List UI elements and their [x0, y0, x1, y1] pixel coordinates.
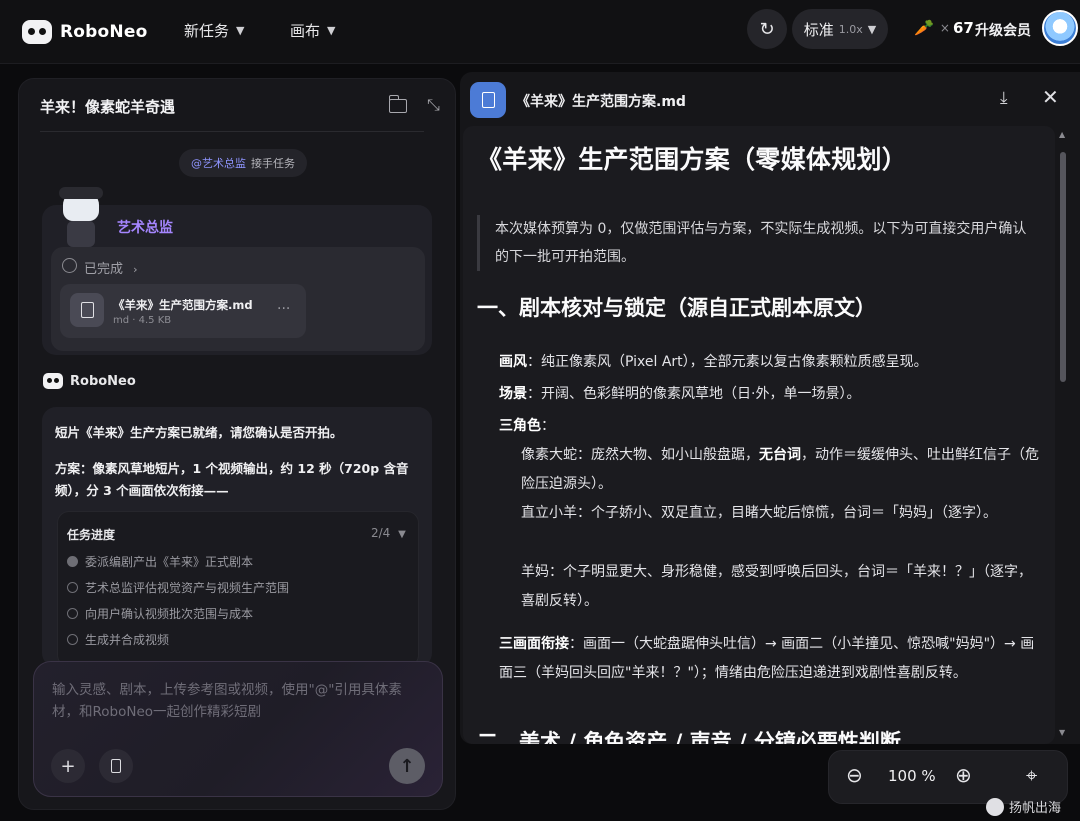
- chevron-right-icon: ›: [133, 263, 138, 276]
- scroll-up-icon[interactable]: ▲: [1059, 130, 1065, 139]
- step-label: 生成并合成视频: [85, 633, 170, 647]
- doc-list-item: 羊妈：个子明显更大、身形稳健，感受到呼唤后回头，台词＝「羊来！？」（逐字，喜剧反…: [521, 564, 1032, 609]
- scroll-down-icon[interactable]: ▼: [1059, 728, 1065, 737]
- zoom-in-icon[interactable]: ⊕: [955, 763, 972, 787]
- fit-view-icon[interactable]: ⌖: [1026, 763, 1037, 787]
- new-task-label: 新任务: [184, 22, 230, 40]
- file-meta: md · 4.5 KB: [113, 315, 172, 326]
- credits-counter: 🥕 × 67: [914, 18, 974, 37]
- collapse-icon[interactable]: ⤡: [427, 95, 440, 115]
- doc-paragraph: 场景：开阔、色彩鲜明的像素风草地（日·外，单一场景）。: [499, 386, 861, 402]
- canvas-menu[interactable]: 画布 ▼: [290, 20, 335, 41]
- chat-panel: 羊来！像素蛇羊奇遇 ⤡ @艺术总监 接手任务 艺术总监 已完成 › 《羊来》生产…: [18, 78, 456, 810]
- document-body: 《羊来》生产范围方案（零媒体规划） 本次媒体预算为 0，仅做范围评估与方案，不实…: [463, 126, 1055, 744]
- document-title: 《羊来》生产范围方案.md: [516, 94, 686, 110]
- reply-line: 方案：像素风草地短片，1 个视频输出，约 12 秒（720p 含音: [55, 461, 409, 476]
- doc-paragraph: 三画面衔接：画面一（大蛇盘踞伸头吐信）→ 画面二（小羊撞见、惊恐喊"妈妈"）→ …: [499, 636, 1035, 681]
- step-label: 艺术总监评估视觉资产与视频生产范围: [85, 581, 290, 595]
- blockquote-text: 本次媒体预算为 0，仅做范围评估与方案，不实际生成视频。以下为可直接交用户确认的…: [495, 221, 1027, 265]
- device-button[interactable]: [99, 749, 133, 783]
- doc-heading-2: 二、美术 / 角色资产 / 声音 / 分镜必要性判断: [477, 730, 901, 744]
- reply-line: 频），分 3 个画面依次衔接——: [55, 483, 229, 498]
- agent-name: 艺术总监: [117, 220, 173, 236]
- doc-heading-2: 一、剧本核对与锁定（源自正式剧本原文）: [477, 296, 876, 320]
- device-icon: [111, 759, 121, 773]
- progress-count: 2/4: [371, 526, 391, 540]
- doc-heading-1: 《羊来》生产范围方案（零媒体规划）: [477, 145, 908, 174]
- credits-count: 67: [952, 18, 974, 37]
- zoom-out-icon[interactable]: ⊖: [846, 763, 863, 787]
- doc-paragraph: 画风：纯正像素风（Pixel Art），全部元素以复古像素颗粒质感呈现。: [499, 354, 928, 370]
- refresh-button[interactable]: ↻: [747, 9, 787, 49]
- user-avatar[interactable]: [1042, 10, 1078, 46]
- step-label: 向用户确认视频批次范围与成本: [85, 607, 254, 621]
- progress-step: 生成并合成视频: [67, 631, 169, 648]
- completed-status-icon: [62, 258, 77, 273]
- progress-title: 任务进度: [67, 528, 116, 542]
- plus-icon: +: [60, 755, 76, 777]
- doc-list-item: 直立小羊：个子娇小、双足直立，目睹大蛇后惊慌，台词＝「妈妈」（逐字）。: [521, 505, 997, 521]
- doc-paragraph: 三角色：: [499, 418, 555, 434]
- step-done-icon: [67, 556, 78, 567]
- progress-step: 委派编剧产出《羊来》正式剧本: [67, 553, 253, 570]
- art-director-avatar: [51, 187, 111, 249]
- blockquote-bar: [477, 215, 480, 271]
- markdown-file-icon: [470, 82, 506, 118]
- folder-icon[interactable]: [388, 95, 407, 113]
- step-pending-icon: [67, 582, 78, 593]
- step-label: 委派编剧产出《羊来》正式剧本: [85, 555, 254, 569]
- chevron-down-icon: ▼: [236, 24, 245, 37]
- quality-label: 标准: [803, 20, 834, 39]
- canvas-label: 画布: [290, 22, 321, 40]
- progress-toggle[interactable]: 2/4 ▼: [371, 526, 406, 540]
- upgrade-member-button[interactable]: 升级会员: [975, 20, 1031, 40]
- step-pending-icon: [67, 634, 78, 645]
- quality-selector[interactable]: 标准 1.0x ▼: [792, 9, 888, 49]
- brand[interactable]: RoboNeo: [22, 18, 147, 46]
- arrow-up-icon: ↑: [399, 755, 415, 777]
- roboneo-logo-icon: [22, 20, 52, 44]
- document-scrollbar[interactable]: [1060, 152, 1066, 382]
- brand-name: RoboNeo: [60, 22, 148, 42]
- handoff-text: 接手任务: [251, 157, 295, 170]
- mention-name[interactable]: @艺术总监: [191, 155, 246, 171]
- add-attachment-button[interactable]: +: [51, 749, 85, 783]
- progress-step: 向用户确认视频批次范围与成本: [67, 605, 253, 622]
- watermark: 扬帆出海: [986, 797, 1061, 816]
- file-icon: [70, 293, 104, 327]
- chevron-down-icon: ▼: [867, 22, 877, 36]
- handoff-notice: @艺术总监 接手任务: [179, 149, 307, 177]
- reply-line: 短片《羊来》生产方案已就绪，请您确认是否开拍。: [55, 425, 343, 440]
- refresh-icon: ↻: [759, 18, 775, 40]
- chevron-down-icon: ▼: [398, 529, 406, 540]
- send-button[interactable]: ↑: [389, 748, 425, 784]
- credits-times: ×: [939, 20, 950, 35]
- completed-toggle[interactable]: 已完成 ›: [84, 258, 138, 277]
- top-bar: RoboNeo 新任务 ▼ 画布 ▼ ↻ 标准 1.0x ▼ 🥕 × 67 升级…: [0, 0, 1080, 64]
- completed-label: 已完成: [84, 262, 124, 277]
- carrot-icon: 🥕: [914, 18, 934, 37]
- doc-list-item: 像素大蛇：庞然大物、如小山般盘踞，无台词，动作＝缓缓伸头、吐出鲜红信子（危险压迫…: [521, 447, 1039, 492]
- file-name: 《羊来》生产范围方案.md: [113, 298, 253, 312]
- more-options-icon[interactable]: ···: [277, 301, 290, 317]
- zoom-level: 100 %: [888, 767, 936, 785]
- new-task-menu[interactable]: 新任务 ▼: [184, 20, 244, 41]
- roboneo-logo-icon: [43, 373, 63, 389]
- download-icon[interactable]: ⤓: [1000, 88, 1008, 108]
- watermark-text: 扬帆出海: [1009, 801, 1062, 816]
- close-icon[interactable]: ✕: [1042, 85, 1059, 109]
- chat-title: 羊来！像素蛇羊奇遇: [40, 98, 176, 116]
- quality-multiplier: 1.0x: [838, 22, 863, 36]
- step-pending-icon: [67, 608, 78, 619]
- chevron-down-icon: ▼: [327, 24, 336, 37]
- divider: [40, 131, 424, 132]
- watermark-logo-icon: [986, 797, 1004, 816]
- progress-step: 艺术总监评估视觉资产与视频生产范围: [67, 579, 289, 596]
- prompt-input[interactable]: 输入灵感、剧本，上传参考图或视频，使用"@"引用具体素材，和RoboNeo一起创…: [52, 679, 422, 723]
- assistant-name: RoboNeo: [70, 374, 136, 389]
- document-preview-panel: 《羊来》生产范围方案.md ⤓ ✕ 《羊来》生产范围方案（零媒体规划） 本次媒体…: [460, 72, 1080, 744]
